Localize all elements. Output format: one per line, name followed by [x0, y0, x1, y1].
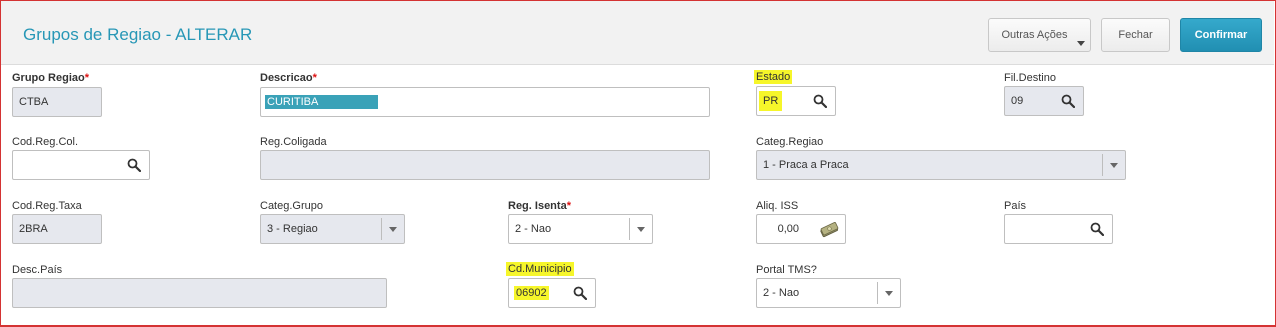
- fechar-button[interactable]: Fechar: [1101, 18, 1170, 52]
- reg-isenta-label: Reg. Isenta*: [508, 200, 571, 212]
- reg-coligada-label: Reg.Coligada: [260, 136, 327, 148]
- aliq-iss-label: Aliq. ISS: [756, 200, 799, 212]
- aliq-iss-value: 0,00: [777, 223, 799, 235]
- reg-isenta-select[interactable]: 2 - Nao: [508, 214, 653, 244]
- aliq-iss-input[interactable]: 0,00: [756, 214, 846, 244]
- outras-acoes-button[interactable]: Outras Ações: [988, 18, 1091, 52]
- categ-grupo-label: Categ.Grupo: [260, 200, 323, 212]
- desc-pais-field[interactable]: [12, 278, 387, 308]
- categ-regiao-value: 1 - Praca a Praca: [763, 159, 849, 171]
- outras-acoes-label: Outras Ações: [1001, 29, 1068, 41]
- estado-label: Estado: [754, 70, 793, 84]
- cod-reg-col-label: Cod.Reg.Col.: [12, 136, 79, 148]
- cd-municipio-input[interactable]: 06902: [508, 278, 596, 308]
- caret-down-icon: [1077, 41, 1085, 46]
- portal-tms-label: Portal TMS?: [756, 264, 817, 276]
- fil-destino-value: 09: [1011, 95, 1024, 107]
- reg-isenta-value: 2 - Nao: [515, 223, 552, 235]
- descricao-label: Descricao*: [260, 72, 317, 84]
- fil-destino-input[interactable]: 09: [1004, 86, 1084, 116]
- pais-input[interactable]: [1004, 214, 1113, 244]
- estado-search-button[interactable]: [805, 87, 835, 115]
- grupo-regiao-label: Grupo Regiao*: [12, 72, 90, 84]
- portal-tms-select[interactable]: 2 - Nao: [756, 278, 901, 308]
- categ-regiao-label: Categ.Regiao: [756, 136, 824, 148]
- cod-reg-col-search-button[interactable]: [119, 151, 149, 179]
- search-icon: [1061, 94, 1075, 108]
- money-icon[interactable]: [819, 222, 839, 238]
- chevron-down-icon[interactable]: [885, 291, 893, 296]
- page-title: Grupos de Regiao - ALTERAR: [23, 25, 253, 44]
- cd-municipio-label: Cd.Municipio: [506, 262, 574, 276]
- cd-municipio-value: 06902: [514, 286, 549, 300]
- categ-grupo-select[interactable]: 3 - Regiao: [260, 214, 405, 244]
- select-divider: [1102, 154, 1103, 176]
- categ-grupo-value: 3 - Regiao: [267, 223, 318, 235]
- categ-regiao-select[interactable]: 1 - Praca a Praca: [756, 150, 1126, 180]
- search-icon: [573, 286, 587, 300]
- search-icon: [1090, 222, 1104, 236]
- grupo-regiao-value: CTBA: [19, 96, 49, 108]
- desc-pais-label: Desc.País: [12, 264, 63, 276]
- estado-input[interactable]: PR: [756, 86, 836, 116]
- chevron-down-icon[interactable]: [389, 227, 397, 232]
- descricao-input[interactable]: CURITIBA: [260, 87, 710, 117]
- select-divider: [629, 218, 630, 240]
- page-header: Grupos de Regiao - ALTERAR Outras Ações …: [1, 1, 1274, 65]
- cod-reg-taxa-value: 2BRA: [19, 223, 48, 235]
- chevron-down-icon[interactable]: [637, 227, 645, 232]
- estado-value: PR: [759, 91, 783, 111]
- fil-destino-search-button[interactable]: [1053, 87, 1083, 115]
- select-divider: [877, 282, 878, 304]
- reg-coligada-field[interactable]: [260, 150, 710, 180]
- cod-reg-taxa-label: Cod.Reg.Taxa: [12, 200, 82, 212]
- select-divider: [381, 218, 382, 240]
- cd-municipio-search-button[interactable]: [565, 279, 595, 307]
- grupo-regiao-field[interactable]: CTBA: [12, 87, 102, 117]
- confirmar-button[interactable]: Confirmar: [1180, 18, 1262, 52]
- portal-tms-value: 2 - Nao: [763, 287, 800, 299]
- cod-reg-taxa-field[interactable]: 2BRA: [12, 214, 102, 244]
- search-icon: [813, 94, 827, 108]
- pais-label: País: [1004, 200, 1027, 212]
- cod-reg-col-input[interactable]: [12, 150, 150, 180]
- fil-destino-label: Fil.Destino: [1004, 72, 1056, 84]
- chevron-down-icon[interactable]: [1110, 163, 1118, 168]
- pais-search-button[interactable]: [1082, 215, 1112, 243]
- descricao-selected-value: CURITIBA: [265, 95, 378, 109]
- search-icon: [127, 158, 141, 172]
